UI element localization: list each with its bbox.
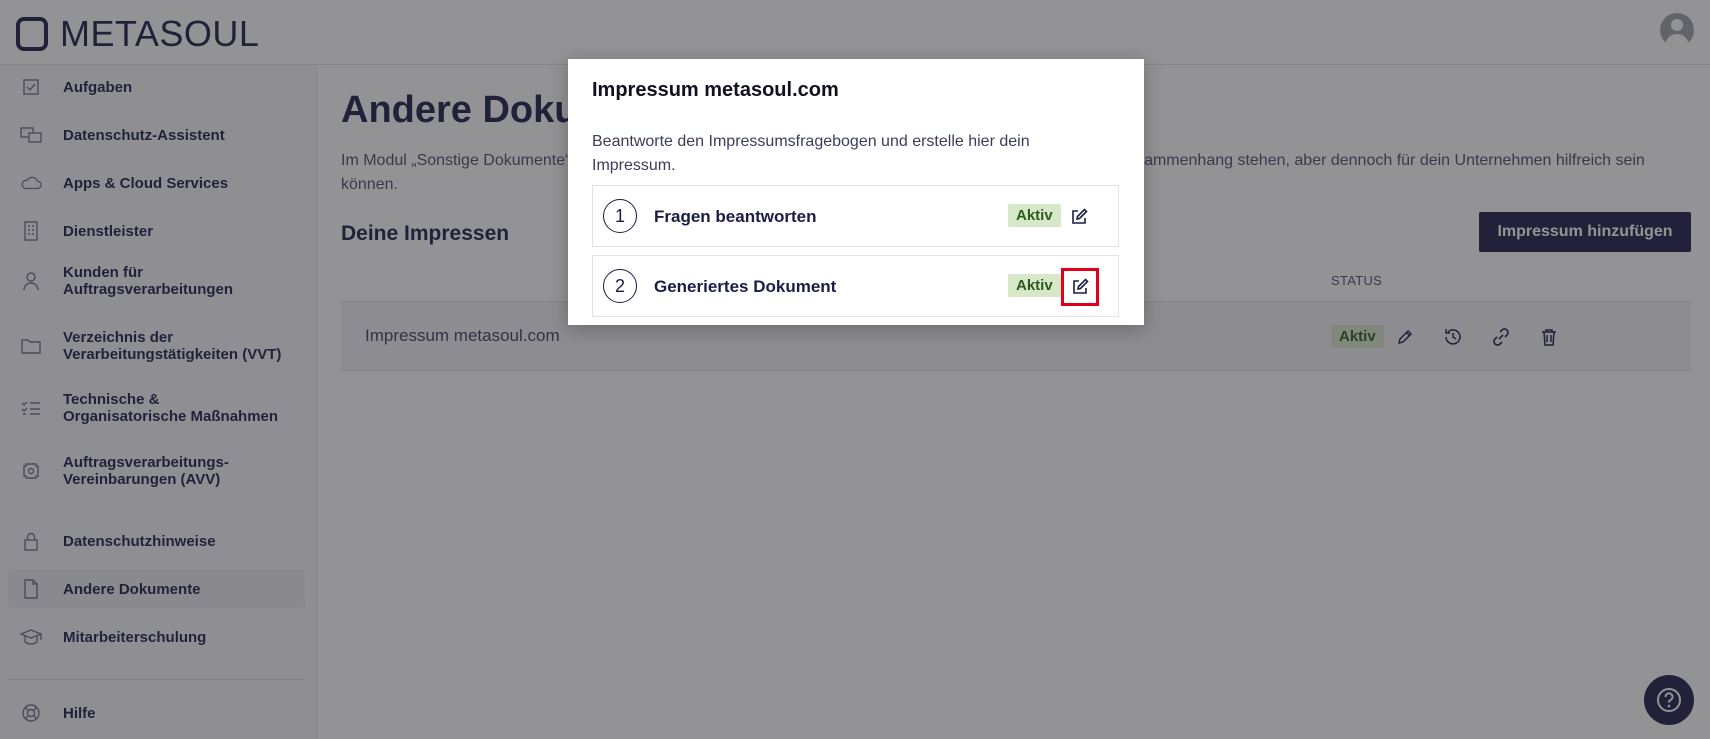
- step-label: Generiertes Dokument: [654, 277, 837, 296]
- edit-icon: [1073, 278, 1089, 294]
- edit-step-2-button[interactable]: [1061, 268, 1099, 306]
- step-label: Fragen beantworten: [654, 207, 817, 226]
- impressum-modal: Impressum metasoul.com Beantworte den Im…: [568, 59, 1144, 325]
- modal-title: Impressum metasoul.com: [592, 79, 839, 101]
- step-number: 2: [603, 269, 637, 303]
- modal-description: Beantworte den Impressumsfragebogen und …: [592, 133, 1030, 174]
- step-generiertes-dokument: 2 Generiertes Dokument Aktiv: [592, 255, 1119, 317]
- status-badge: Aktiv: [1008, 274, 1061, 297]
- step-number: 1: [603, 199, 637, 233]
- edit-step-1-button[interactable]: [1065, 203, 1093, 231]
- edit-icon: [1072, 208, 1088, 224]
- status-badge: Aktiv: [1008, 204, 1061, 227]
- step-fragen-beantworten: 1 Fragen beantworten Aktiv: [592, 185, 1119, 247]
